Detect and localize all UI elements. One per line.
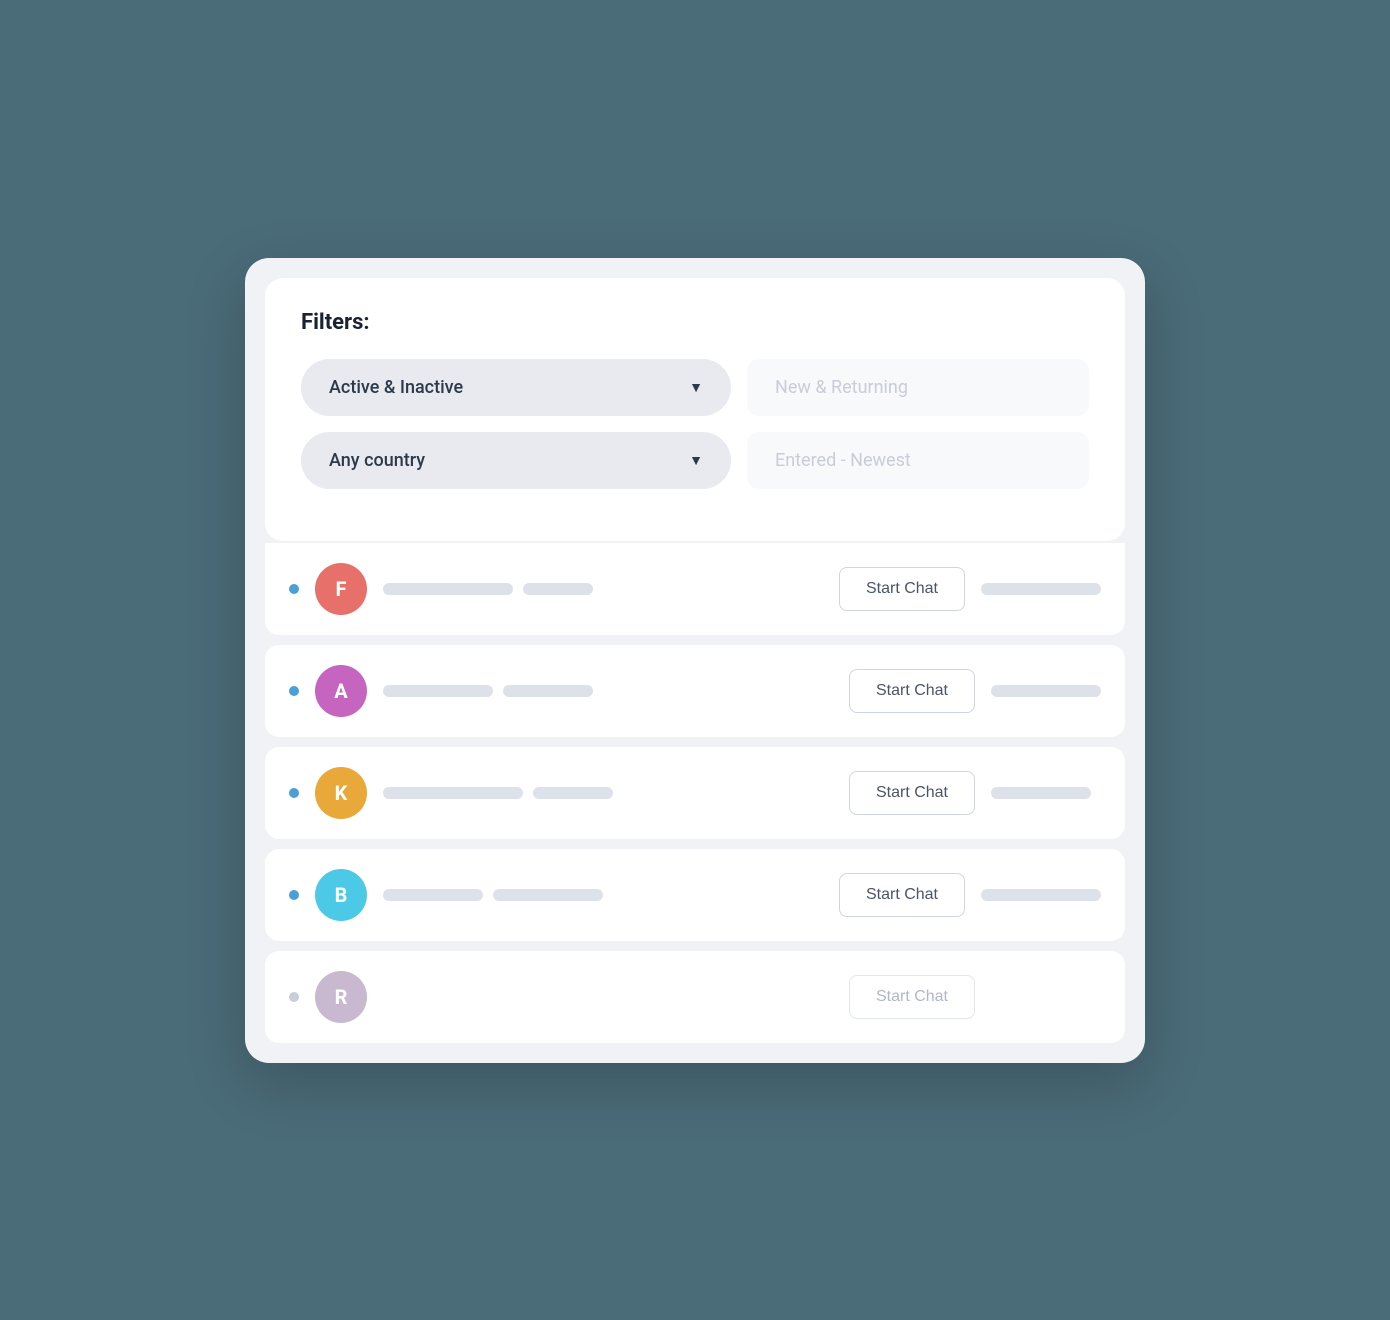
- user-meta: [991, 991, 1101, 1003]
- user-info: [383, 889, 823, 901]
- user-info: [383, 583, 823, 595]
- avatar: K: [315, 767, 367, 819]
- main-container: Filters: Active & Inactive ▼ New & Retur…: [245, 258, 1145, 1063]
- list-item: K Start Chat: [265, 747, 1125, 839]
- user-meta: [981, 583, 1101, 595]
- status-dot: [289, 788, 299, 798]
- list-item: B Start Chat: [265, 849, 1125, 941]
- filter-card: Filters: Active & Inactive ▼ New & Retur…: [265, 278, 1125, 541]
- user-meta: [981, 889, 1101, 901]
- status-filter-dropdown[interactable]: Active & Inactive ▼: [301, 359, 731, 416]
- filter-row-1: Active & Inactive ▼ New & Returning: [301, 359, 1089, 416]
- start-chat-button[interactable]: Start Chat: [849, 669, 975, 713]
- avatar: B: [315, 869, 367, 921]
- status-filter-label: Active & Inactive: [329, 377, 463, 398]
- status-dot: [289, 686, 299, 696]
- country-filter-label: Any country: [329, 450, 425, 471]
- chevron-down-icon: ▼: [689, 379, 703, 396]
- list-item: A Start Chat: [265, 645, 1125, 737]
- list-item: F Start Chat: [265, 543, 1125, 635]
- user-meta: [991, 685, 1101, 697]
- new-returning-label: New & Returning: [775, 377, 908, 398]
- country-filter-dropdown[interactable]: Any country ▼: [301, 432, 731, 489]
- status-dot: [289, 890, 299, 900]
- status-dot: [289, 584, 299, 594]
- entered-newest-filter[interactable]: Entered - Newest: [747, 432, 1089, 489]
- user-info: [383, 991, 833, 1003]
- user-meta: [991, 787, 1101, 799]
- status-dot: [289, 992, 299, 1002]
- avatar: F: [315, 563, 367, 615]
- user-info: [383, 787, 833, 799]
- filter-row-2: Any country ▼ Entered - Newest: [301, 432, 1089, 489]
- start-chat-button[interactable]: Start Chat: [849, 771, 975, 815]
- entered-newest-label: Entered - Newest: [775, 450, 911, 471]
- avatar: A: [315, 665, 367, 717]
- user-info: [383, 685, 833, 697]
- start-chat-button[interactable]: Start Chat: [839, 567, 965, 611]
- new-returning-filter[interactable]: New & Returning: [747, 359, 1089, 416]
- start-chat-button[interactable]: Start Chat: [849, 975, 975, 1019]
- avatar: R: [315, 971, 367, 1023]
- filters-title: Filters:: [301, 310, 1089, 335]
- list-item: R Start Chat: [265, 951, 1125, 1043]
- chevron-down-icon-2: ▼: [689, 452, 703, 469]
- user-list: F Start Chat A Start Chat K Start Chat B Start …: [265, 543, 1125, 1043]
- start-chat-button[interactable]: Start Chat: [839, 873, 965, 917]
